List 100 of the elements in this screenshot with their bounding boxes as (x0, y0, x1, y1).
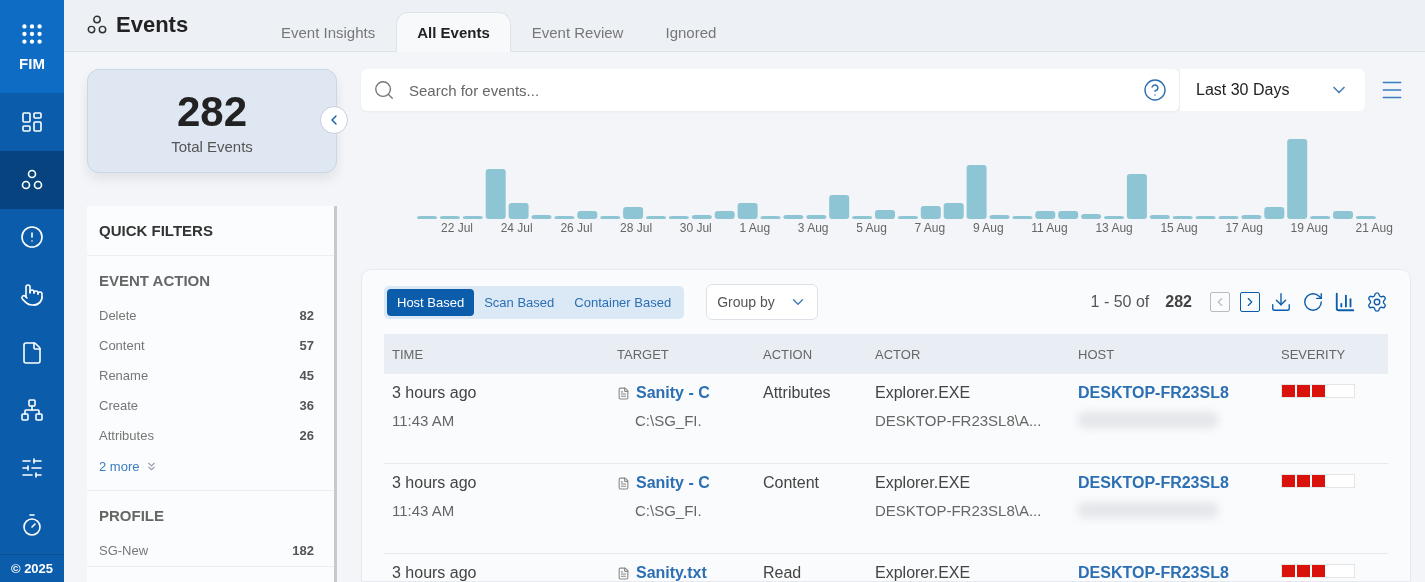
timeline-bar (966, 165, 987, 219)
timeline-bar (1355, 216, 1376, 219)
nav-item[interactable] (0, 150, 64, 209)
filter-label[interactable]: Delete (99, 308, 137, 323)
filter-label[interactable]: Create (99, 398, 139, 413)
timeline-bar (989, 215, 1010, 219)
timeline-bar (1081, 214, 1102, 219)
filter-count: 36 (299, 398, 314, 413)
filter-count: 45 (299, 368, 314, 383)
help-icon[interactable] (1143, 78, 1167, 102)
more-link[interactable]: 2 more (87, 451, 171, 490)
timeline-bar (1012, 216, 1033, 219)
timeline-bar (417, 216, 437, 219)
sliders-icon (20, 455, 44, 480)
filter-label[interactable]: Content (99, 338, 145, 353)
axis-label: 9 Aug (972, 221, 1004, 235)
timeline-bar (531, 215, 552, 219)
axis-label: 1 Aug (739, 221, 771, 235)
target-link[interactable]: Sanity - C (617, 474, 747, 492)
tab[interactable]: Event Review (510, 12, 645, 52)
tab[interactable]: All Events (396, 12, 511, 52)
file-icon (20, 340, 44, 365)
target-link[interactable]: Sanity.txt (617, 564, 747, 581)
filter-count: 82 (299, 308, 314, 323)
column-header: ACTION (755, 334, 867, 374)
timeline-bar (577, 211, 598, 219)
host-link[interactable]: DESKTOP-FR23SL8 (1078, 474, 1265, 492)
axis-label: 26 Jul (560, 221, 593, 235)
network-icon (20, 398, 44, 423)
timeline-bar (897, 216, 918, 219)
segment-button[interactable]: Scan Based (474, 288, 565, 316)
timer-icon (20, 513, 44, 538)
timeline-bar (554, 216, 575, 219)
circles-icon (20, 167, 44, 192)
group-by-select[interactable]: Group by (706, 284, 819, 320)
timeline-bar (875, 210, 895, 219)
timeline-bar (1218, 216, 1239, 219)
file-icon (617, 476, 630, 490)
timeline-bar (1149, 215, 1170, 219)
filter-count: 26 (299, 428, 314, 443)
timeline-bar (1195, 216, 1216, 219)
action-cell-text: Read (763, 564, 803, 581)
axis-label: 24 Jul (500, 221, 533, 235)
timeline-bar (600, 216, 621, 219)
axis-label: 3 Aug (797, 221, 829, 235)
search-bar[interactable]: Search for events... (361, 69, 1179, 111)
section-title: PROFILE (98, 506, 165, 526)
target-path: C:\SG_FI. (634, 502, 703, 519)
actor-name: Explorer.EXE (875, 384, 972, 402)
chart-button[interactable] (1334, 291, 1356, 313)
download-button[interactable] (1270, 291, 1292, 313)
tab[interactable]: Ignored (644, 12, 738, 52)
refresh-button[interactable] (1302, 291, 1324, 313)
tab[interactable]: Event Insights (260, 12, 397, 52)
timeline-bar (1241, 215, 1262, 219)
axis-label: 7 Aug (914, 221, 946, 235)
filter-count: 57 (299, 338, 314, 353)
timeline-bar (439, 216, 460, 219)
timeline-bar (737, 203, 758, 219)
actor-detail: DESKTOP-FR23SL8\A... (875, 412, 1043, 429)
segment-button[interactable]: Host Based (387, 288, 475, 316)
axis-label: 28 Jul (620, 221, 653, 235)
page-total: 282 (1165, 293, 1192, 311)
timeline-bar (1104, 216, 1124, 219)
date-range-select[interactable]: Last 30 Days (1179, 69, 1365, 111)
settings-button[interactable] (1366, 291, 1388, 313)
dashboard-icon (20, 110, 44, 135)
actor-name: Explorer.EXE (875, 564, 972, 581)
search-field[interactable]: Search for events... (407, 80, 1131, 100)
timeline-bar (1333, 211, 1353, 219)
timeline-bar (920, 206, 941, 219)
axis-label: 15 Aug (1160, 221, 1198, 235)
page-range: 1 - 50 of (1090, 293, 1150, 311)
filter-count: 182 (292, 543, 314, 558)
target-link[interactable]: Sanity - C (617, 384, 747, 402)
timeline-bar (852, 216, 873, 219)
filter-label[interactable]: Rename (99, 368, 149, 383)
action-cell-text: Attributes (763, 384, 832, 402)
axis-label: 11 Aug (1031, 221, 1068, 235)
timeline-bar (1310, 216, 1331, 219)
filter-label[interactable]: Attributes (99, 428, 154, 443)
timeline-bar (806, 215, 827, 219)
pointer-icon (20, 283, 44, 307)
alert-icon (20, 225, 44, 250)
host-link[interactable]: DESKTOP-FR23SL8 (1078, 564, 1265, 581)
timeline-bar (943, 203, 964, 219)
axis-label: 22 Jul (441, 221, 474, 235)
next-page-button[interactable] (1240, 292, 1260, 312)
timeline-bar (508, 203, 529, 219)
events-icon (86, 14, 108, 36)
column-header: ACTOR (867, 334, 1070, 374)
timeline-bar (760, 216, 781, 219)
segment-button[interactable]: Container Based (564, 288, 682, 316)
file-icon (617, 566, 630, 580)
search-icon (373, 79, 395, 101)
column-header: HOST (1070, 334, 1273, 374)
filter-label[interactable]: SG-New (99, 543, 149, 558)
host-link[interactable]: DESKTOP-FR23SL8 (1078, 384, 1265, 402)
timeline-bar (829, 195, 850, 219)
time-ago: 3 hours ago (392, 474, 478, 492)
